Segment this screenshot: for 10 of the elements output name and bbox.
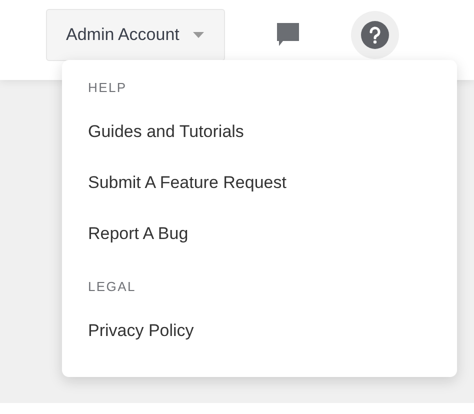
section-heading: LEGAL xyxy=(87,278,137,296)
menu-item[interactable]: Privacy Policy xyxy=(62,305,457,356)
menu-item[interactable]: Report A Bug xyxy=(62,208,457,259)
question-mark-icon xyxy=(361,21,390,49)
account-dropdown-button[interactable]: Admin Account xyxy=(46,9,226,61)
caret-icon xyxy=(193,32,204,38)
menu-item[interactable]: Submit A Feature Request xyxy=(62,157,457,208)
section-heading: HELP xyxy=(87,79,128,97)
chat-icon[interactable] xyxy=(277,23,300,47)
menu-item[interactable]: Guides and Tutorials xyxy=(62,106,457,157)
